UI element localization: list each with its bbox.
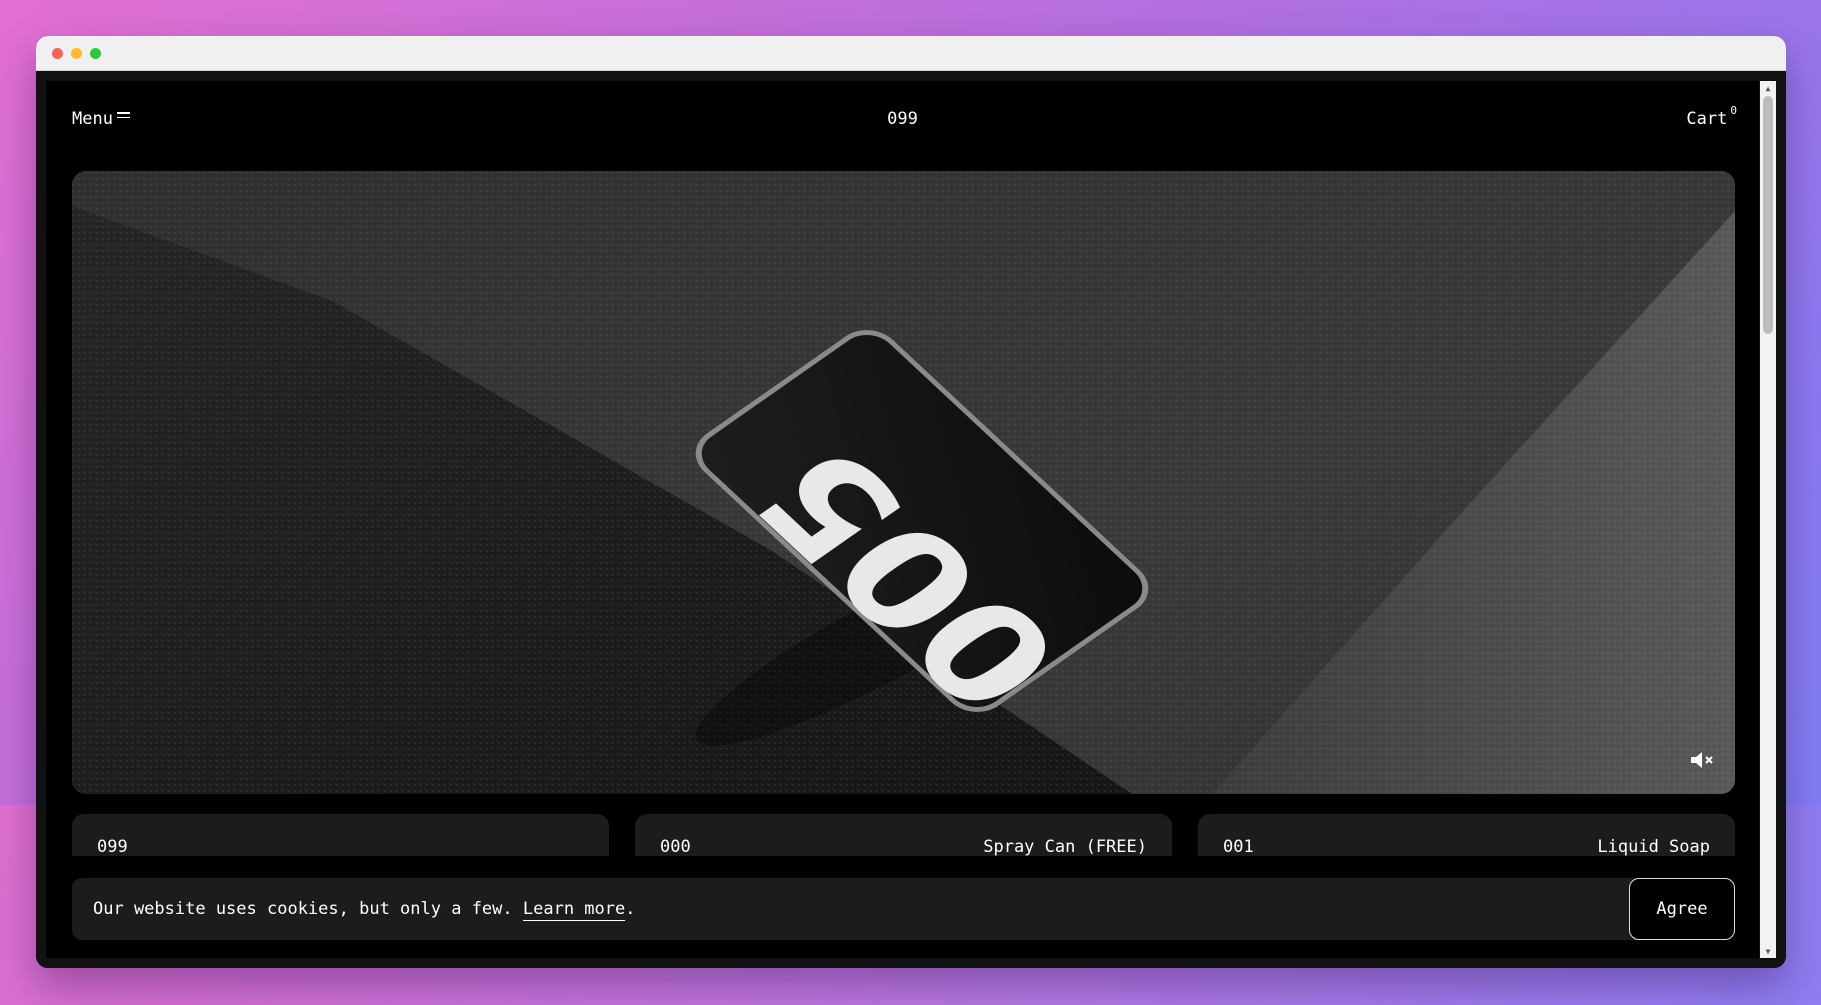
cookie-suffix: . bbox=[625, 899, 636, 919]
scrollbar-thumb[interactable] bbox=[1763, 96, 1773, 334]
minimize-window-button[interactable] bbox=[71, 47, 82, 59]
scroll-up-arrow-icon[interactable]: ▲ bbox=[1760, 81, 1776, 95]
site-logo[interactable]: 099 bbox=[887, 109, 918, 129]
vertical-scrollbar[interactable]: ▲ ▼ bbox=[1760, 81, 1776, 958]
hero-video: 005 bbox=[72, 171, 1735, 794]
agree-button[interactable]: Agree bbox=[1629, 878, 1735, 940]
scroll-down-arrow-icon[interactable]: ▼ bbox=[1760, 944, 1776, 958]
site-logo-container: 099 bbox=[46, 109, 1759, 129]
product-card-000[interactable]: 000 Spray Can (FREE) bbox=[635, 814, 1172, 856]
cookie-message: Our website uses cookies, but only a few… bbox=[93, 899, 636, 921]
browser-window: Menu 099 Cart 0 005 099 000 Spray Can (F… bbox=[36, 36, 1786, 968]
cookie-banner: Our website uses cookies, but only a few… bbox=[72, 878, 1735, 940]
product-number: 099 bbox=[97, 837, 128, 856]
close-window-button[interactable] bbox=[52, 47, 63, 59]
learn-more-link[interactable]: Learn more bbox=[522, 899, 626, 921]
cookie-text: Our website uses cookies, but only a few… bbox=[93, 899, 523, 919]
product-card-001[interactable]: 001 Liquid Soap bbox=[1198, 814, 1735, 856]
window-titlebar bbox=[36, 36, 1786, 71]
cart-button[interactable]: Cart 0 bbox=[1686, 104, 1737, 129]
product-card-099[interactable]: 099 bbox=[72, 814, 609, 856]
hero-image: 005 bbox=[72, 171, 1735, 794]
product-number: 000 bbox=[660, 837, 691, 856]
product-name: Spray Can (FREE) bbox=[983, 837, 1147, 856]
speaker-muted-icon bbox=[1691, 752, 1713, 768]
mute-button[interactable] bbox=[1689, 748, 1717, 772]
cart-count-badge: 0 bbox=[1730, 104, 1737, 117]
product-number: 001 bbox=[1223, 837, 1254, 856]
cart-label: Cart bbox=[1686, 109, 1728, 129]
browser-viewport: Menu 099 Cart 0 005 099 000 Spray Can (F… bbox=[36, 71, 1786, 968]
product-list: 099 000 Spray Can (FREE) 001 Liquid Soap bbox=[46, 814, 1759, 856]
maximize-window-button[interactable] bbox=[90, 47, 101, 59]
site-header: Menu 099 Cart 0 bbox=[46, 81, 1759, 161]
product-name: Liquid Soap bbox=[1597, 837, 1710, 856]
web-page: Menu 099 Cart 0 005 099 000 Spray Can (F… bbox=[46, 81, 1759, 958]
